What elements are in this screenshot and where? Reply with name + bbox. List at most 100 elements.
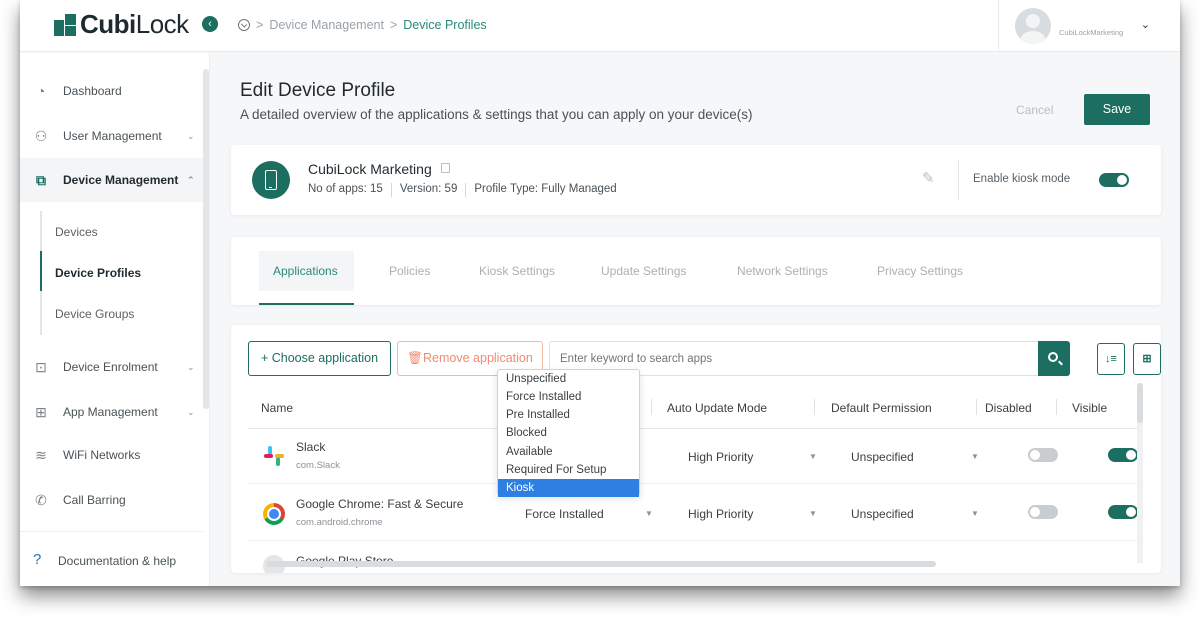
app-window: Cubi Lock ‹ > Device Management > Device … xyxy=(20,0,1180,586)
documentation-help-label: Documentation & help xyxy=(58,554,177,568)
install-type-dropdown: Unspecified Force Installed Pre Installe… xyxy=(497,369,640,497)
profile-card: CubiLock Marketing No of apps: 15 Versio… xyxy=(231,145,1161,215)
profile-type: Profile Type: Fully Managed xyxy=(474,183,617,195)
documentation-help-link[interactable]: ? Documentation & help xyxy=(20,531,203,586)
dropdown-option-unspecified[interactable]: Unspecified xyxy=(498,370,639,388)
breadcrumb-separator: > xyxy=(389,18,398,32)
settings-tabs: Applications Policies Kiosk Settings Upd… xyxy=(231,237,1161,305)
caret-down-icon: ▼ xyxy=(809,509,817,518)
table-horizontal-scrollbar[interactable] xyxy=(266,561,936,567)
cubilock-logo[interactable]: Cubi Lock xyxy=(54,9,189,40)
dropdown-option-blocked[interactable]: Blocked xyxy=(498,424,639,442)
folder-plus-icon: ⊞ xyxy=(1142,353,1152,365)
column-divider xyxy=(651,399,652,415)
chevron-down-icon[interactable]: ⌄ xyxy=(1141,18,1150,31)
tab-network-settings[interactable]: Network Settings xyxy=(737,264,828,278)
call-barring-icon: ✆ xyxy=(35,492,47,508)
sidebar-item-label: Device Management xyxy=(63,173,179,187)
chevron-up-icon: ⌃ xyxy=(187,174,195,185)
trash-icon: 🗑 xyxy=(407,351,424,365)
auto-update-select[interactable]: High Priority xyxy=(688,507,753,521)
search-button[interactable] xyxy=(1038,341,1070,376)
sidebar-item-user-management[interactable]: ⚇ User Management ⌄ xyxy=(20,114,203,158)
add-folder-button[interactable]: ⊞ xyxy=(1133,343,1161,375)
dashboard-icon: ◔ xyxy=(36,83,46,99)
table-vertical-scrollbar[interactable] xyxy=(1137,383,1143,563)
permission-select[interactable]: Unspecified xyxy=(851,450,914,464)
help-icon: ? xyxy=(33,551,42,568)
sidebar-item-app-management[interactable]: ⊞ App Management ⌄ xyxy=(20,390,203,434)
logo-text-bold: Cubi xyxy=(80,9,136,39)
slack-icon xyxy=(263,445,285,467)
dropdown-option-required-for-setup[interactable]: Required For Setup xyxy=(498,461,639,479)
app-name: Google Chrome: Fast & Secure xyxy=(296,497,464,511)
sidebar-item-call-barring[interactable]: ✆ Call Barring xyxy=(20,478,203,522)
dropdown-option-force-installed[interactable]: Force Installed xyxy=(498,388,639,406)
column-header-name: Name xyxy=(261,401,294,415)
dropdown-option-available[interactable]: Available xyxy=(498,443,639,461)
row-divider xyxy=(248,540,1138,541)
sidebar-subitem-devices[interactable]: Devices xyxy=(55,225,98,239)
divider xyxy=(465,183,467,197)
edit-icon[interactable]: ✎ xyxy=(922,171,938,187)
tab-privacy-settings[interactable]: Privacy Settings xyxy=(877,264,963,278)
row-divider xyxy=(248,483,1138,484)
chevron-down-icon: ⌄ xyxy=(187,361,195,372)
dropdown-option-pre-installed[interactable]: Pre Installed xyxy=(498,406,639,424)
divider xyxy=(958,160,959,200)
phone-icon xyxy=(252,161,290,199)
sidebar-scrollbar[interactable] xyxy=(203,69,209,409)
permission-select[interactable]: Unspecified xyxy=(851,507,914,521)
sidebar-item-wifi-networks[interactable]: ≋ WiFi Networks xyxy=(20,433,203,477)
avatar xyxy=(1015,8,1051,44)
devices-icon: ⧉ xyxy=(36,172,46,188)
breadcrumb: > Device Management > Device Profiles xyxy=(238,18,487,32)
choose-application-button[interactable]: + Choose application xyxy=(248,341,391,376)
dropdown-option-kiosk[interactable]: Kiosk xyxy=(498,479,639,497)
cancel-button[interactable]: Cancel xyxy=(1016,103,1053,117)
caret-down-icon: ▼ xyxy=(971,452,979,461)
caret-down-icon: ▼ xyxy=(971,509,979,518)
sidebar-item-label: App Management xyxy=(63,405,158,419)
dashboard-home-icon[interactable] xyxy=(238,19,250,31)
tab-update-settings[interactable]: Update Settings xyxy=(601,264,686,278)
copy-icon[interactable] xyxy=(441,163,450,173)
tab-policies[interactable]: Policies xyxy=(389,264,430,278)
applications-panel: + Choose application 🗑Remove application… xyxy=(231,325,1161,573)
profile-app-count: No of apps: 15 xyxy=(308,183,383,195)
breadcrumb-device-profiles[interactable]: Device Profiles xyxy=(403,18,486,32)
sidebar-item-device-enrolment[interactable]: ⊡ Device Enrolment ⌄ xyxy=(20,345,203,389)
sidebar-subitem-device-profiles[interactable]: Device Profiles xyxy=(55,266,141,280)
profile-meta: No of apps: 15 Version: 59 Profile Type:… xyxy=(308,183,617,197)
sort-button[interactable]: ↓≡ xyxy=(1097,343,1125,375)
chrome-icon xyxy=(263,503,285,525)
user-menu[interactable]: CubiLockMarketing ⌄ xyxy=(998,0,1180,52)
visible-toggle[interactable] xyxy=(1108,505,1138,519)
enrolment-icon: ⊡ xyxy=(35,359,47,375)
breadcrumb-device-management[interactable]: Device Management xyxy=(269,18,384,32)
kiosk-mode-label: Enable kiosk mode xyxy=(973,173,1071,185)
search-icon xyxy=(1048,352,1058,362)
column-header-permission: Default Permission xyxy=(831,401,932,415)
user-name: CubiLockMarketing xyxy=(1059,27,1124,37)
sidebar-item-device-management[interactable]: ⧉ Device Management ⌃ xyxy=(20,158,203,202)
auto-update-select[interactable]: High Priority xyxy=(688,450,753,464)
sidebar-item-dashboard[interactable]: ◔ Dashboard xyxy=(20,69,203,113)
tab-applications[interactable]: Applications xyxy=(273,264,338,278)
sort-icon: ↓≡ xyxy=(1105,353,1117,365)
sidebar-item-label: WiFi Networks xyxy=(63,448,141,462)
save-button[interactable]: Save xyxy=(1084,94,1150,125)
disabled-toggle[interactable] xyxy=(1028,505,1058,519)
kiosk-mode-toggle[interactable] xyxy=(1099,173,1129,187)
remove-application-label: Remove application xyxy=(423,351,533,365)
sidebar-item-label: Call Barring xyxy=(63,493,126,507)
apps-icon: ⊞ xyxy=(35,404,47,420)
column-header-visible: Visible xyxy=(1072,401,1108,415)
tab-kiosk-settings[interactable]: Kiosk Settings xyxy=(479,264,555,278)
sidebar-collapse-button[interactable]: ‹ xyxy=(202,16,218,32)
disabled-toggle[interactable] xyxy=(1028,448,1058,462)
visible-toggle[interactable] xyxy=(1108,448,1138,462)
sidebar-subitem-device-groups[interactable]: Device Groups xyxy=(55,307,134,321)
app-package: com.Slack xyxy=(296,460,340,471)
install-type-select[interactable]: Force Installed xyxy=(525,507,604,521)
